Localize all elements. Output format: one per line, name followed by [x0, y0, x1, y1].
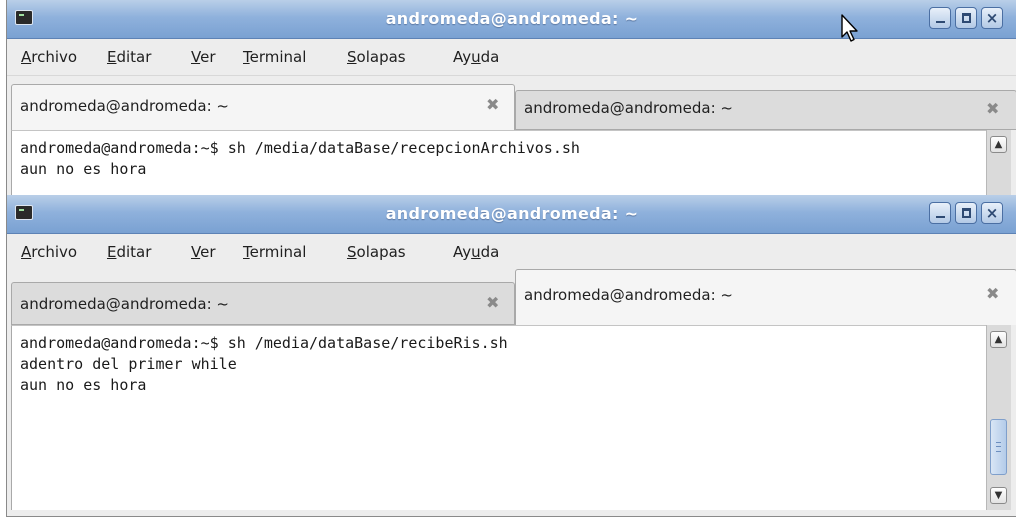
tab-close-icon[interactable]: ✖ — [986, 284, 999, 303]
mouse-pointer-icon — [841, 14, 858, 42]
menu-solapas[interactable]: Solapas — [347, 48, 406, 66]
tab-terminal-2[interactable]: andromeda@andromeda: ~ ✖ — [515, 269, 1016, 325]
menu-ayuda[interactable]: Ayuda — [453, 48, 499, 66]
tab-label: andromeda@andromeda: ~ — [20, 97, 229, 115]
tab-terminal-2[interactable]: andromeda@andromeda: ~ ✖ — [515, 90, 1016, 130]
close-button[interactable]: × — [981, 7, 1003, 29]
tab-label: andromeda@andromeda: ~ — [524, 286, 733, 304]
tab-close-icon[interactable]: ✖ — [486, 95, 499, 114]
title-bar[interactable]: andromeda@andromeda: ~ × — [7, 195, 1016, 234]
menu-bar: Archivo Editar Ver Terminal Solapas Ayud… — [7, 234, 1016, 271]
vertical-scrollbar[interactable]: ▲ — [986, 130, 1011, 196]
terminal-line: andromeda@andromeda:~$ sh /media/dataBas… — [20, 139, 580, 157]
terminal-output[interactable]: andromeda@andromeda:~$ sh /media/dataBas… — [11, 325, 987, 510]
tab-terminal-1[interactable]: andromeda@andromeda: ~ ✖ — [11, 282, 515, 325]
terminal-window-front: andromeda@andromeda: ~ × Archivo Editar … — [6, 195, 1016, 517]
minimize-button[interactable] — [929, 202, 951, 224]
maximize-button[interactable] — [955, 202, 977, 224]
menu-terminal[interactable]: Terminal — [243, 243, 306, 261]
menu-solapas[interactable]: Solapas — [347, 243, 406, 261]
title-bar[interactable]: andromeda@andromeda: ~ × — [7, 0, 1016, 39]
menu-ver[interactable]: Ver — [191, 243, 216, 261]
arrow-up-icon[interactable]: ▲ — [990, 331, 1007, 348]
terminal-line: andromeda@andromeda:~$ sh /media/dataBas… — [20, 334, 508, 352]
minimize-icon — [936, 21, 945, 23]
window-title: andromeda@andromeda: ~ — [385, 204, 639, 223]
terminal-window-back: andromeda@andromeda: ~ × Archivo Editar … — [6, 0, 1016, 196]
tab-label: andromeda@andromeda: ~ — [20, 295, 229, 313]
menu-terminal[interactable]: Terminal — [243, 48, 306, 66]
menu-ayuda[interactable]: Ayuda — [453, 243, 499, 261]
terminal-output[interactable]: andromeda@andromeda:~$ sh /media/dataBas… — [11, 130, 987, 196]
menu-editar[interactable]: Editar — [107, 243, 151, 261]
arrow-up-icon[interactable]: ▲ — [990, 136, 1007, 153]
minimize-button[interactable] — [929, 7, 951, 29]
maximize-button[interactable] — [955, 7, 977, 29]
window-title: andromeda@andromeda: ~ — [385, 9, 639, 28]
tab-close-icon[interactable]: ✖ — [486, 293, 499, 312]
menu-editar[interactable]: Editar — [107, 48, 151, 66]
close-icon: × — [985, 204, 999, 222]
menu-ver[interactable]: Ver — [191, 48, 216, 66]
close-button[interactable]: × — [981, 202, 1003, 224]
maximize-icon — [962, 13, 971, 23]
minimize-icon — [936, 216, 945, 218]
menu-archivo[interactable]: Archivo — [21, 48, 77, 66]
maximize-icon — [962, 208, 971, 218]
scrollbar-thumb[interactable] — [990, 418, 1007, 475]
close-icon: × — [985, 9, 999, 27]
menu-bar: Archivo Editar Ver Terminal Solapas Ayud… — [7, 39, 1016, 76]
tab-close-icon[interactable]: ✖ — [986, 99, 999, 118]
terminal-line: aun no es hora — [20, 160, 147, 178]
tab-terminal-1[interactable]: andromeda@andromeda: ~ ✖ — [11, 84, 515, 130]
arrow-down-icon[interactable]: ▼ — [990, 487, 1007, 504]
terminal-line: adentro del primer while — [20, 355, 237, 373]
tab-strip: andromeda@andromeda: ~ ✖ andromeda@andro… — [7, 269, 1016, 325]
terminal-line: aun no es hora — [20, 376, 147, 394]
vertical-scrollbar[interactable]: ▲ ▼ — [986, 325, 1011, 510]
menu-archivo[interactable]: Archivo — [21, 243, 77, 261]
tab-label: andromeda@andromeda: ~ — [524, 99, 733, 117]
tab-strip: andromeda@andromeda: ~ ✖ andromeda@andro… — [7, 76, 1016, 130]
